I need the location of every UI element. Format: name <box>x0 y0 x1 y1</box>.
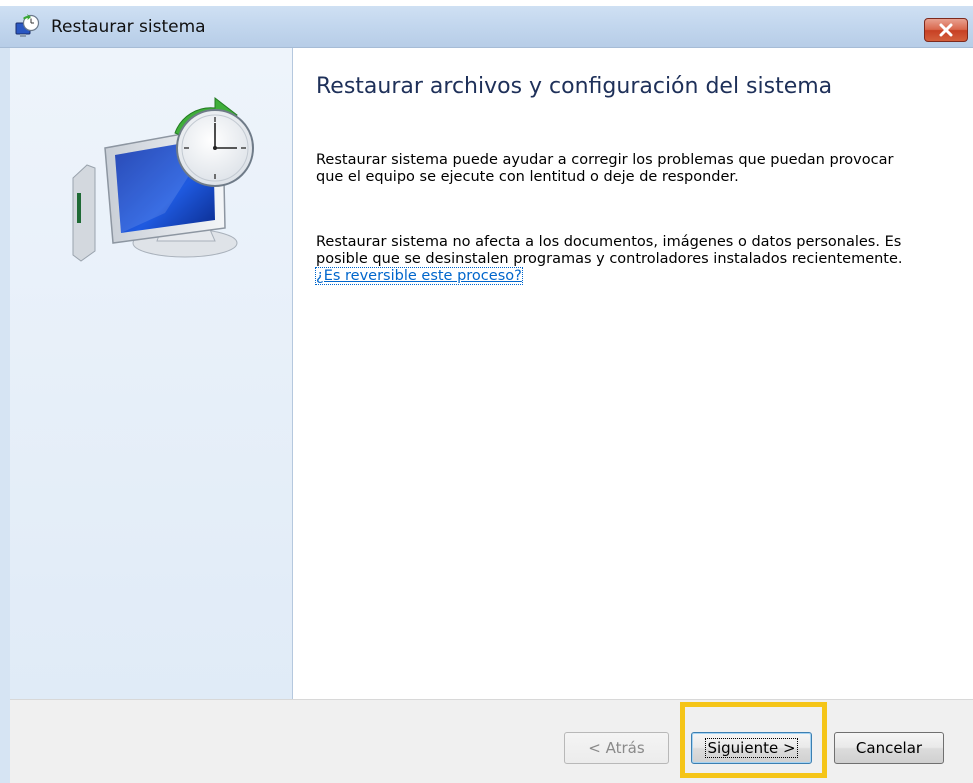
reversible-process-link[interactable]: ¿Es reversible este proceso? <box>315 267 523 285</box>
info-paragraph-text: Restaurar sistema no afecta a los docume… <box>316 234 903 267</box>
system-restore-icon <box>15 14 40 37</box>
title-bar: Restaurar sistema <box>0 6 973 48</box>
button-bar <box>10 699 973 783</box>
window-title: Restaurar sistema <box>51 17 206 37</box>
cancel-button[interactable]: Cancelar <box>834 732 944 764</box>
info-paragraph: Restaurar sistema no afecta a los docume… <box>315 234 916 285</box>
description-paragraph: Restaurar sistema puede ayudar a corregi… <box>316 152 894 185</box>
close-icon <box>939 23 953 37</box>
close-button[interactable] <box>924 18 968 42</box>
next-button[interactable]: Siguiente > <box>691 732 812 764</box>
window-frame-edge <box>0 48 10 783</box>
next-button-label: Siguiente > <box>705 738 798 758</box>
sidebar-panel <box>10 48 293 699</box>
page-heading: Restaurar archivos y configuración del s… <box>316 74 833 99</box>
system-restore-window: Restaurar sistema Restaurar archivos y c… <box>0 0 973 783</box>
system-restore-monitor-clock-icon <box>72 96 254 262</box>
back-button[interactable]: < Atrás <box>564 732 669 764</box>
main-content: Restaurar archivos y configuración del s… <box>294 48 973 699</box>
